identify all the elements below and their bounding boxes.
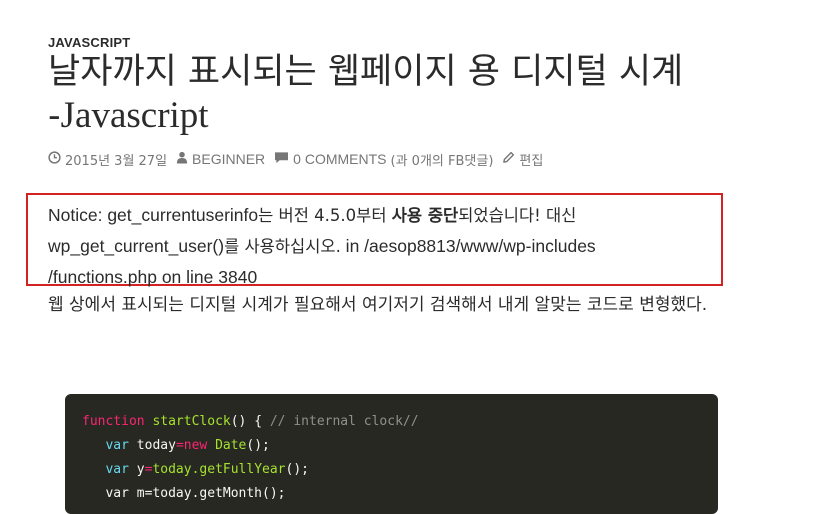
notice-version-text: 는 버전 4.5.0부터 [258,206,392,225]
post-title-dash: - [48,96,61,136]
code-plain: (); [285,462,309,477]
user-icon [176,151,188,167]
post-date-text: 2015년 3월 27일 [65,153,168,169]
post-meta: 2015년 3월 27일 BEGINNER 0 COMMENTS (과 0개의 … [48,149,552,169]
notice-deprecated-suffix: 되었습니다! 대신 [458,206,577,225]
code-plain: y [128,462,145,477]
code-var-keyword: var [105,438,129,453]
post-comments-count: 0 COMMENTS [293,151,387,167]
code-block: function startClock() { // internal cloc… [65,394,718,514]
notice-deprecated-label: 사용 중단 [391,206,459,225]
code-line-1: function startClock() { // internal cloc… [82,410,419,434]
code-var-keyword: var [105,462,129,477]
code-keyword: new [183,438,208,453]
code-line-4: var m=today.getMonth(); [82,482,286,506]
post-body-paragraph: 웹 상에서 표시되는 디지털 시계가 필요해서 여기저기 검색해서 내게 알맞는… [48,295,708,315]
post-fb-comments: (과 0개의 FB댓글) [390,153,494,169]
code-comment: // internal clock// [269,414,419,429]
notice-file-line: /functions.php on line 3840 [48,267,258,287]
notice-function-name: Notice: get_currentuserinfo [48,205,259,225]
post-author[interactable]: BEGINNER [176,151,265,167]
post-title: 날자까지 표시되는 웹페이지 용 디지털 시계 -Javascript [48,50,768,138]
code-plain: () { [230,414,270,429]
post-title-korean: 날자까지 표시되는 웹페이지 용 디지털 시계 [48,52,684,92]
notice-use-instead: 를 사용하십시오. [224,237,341,256]
notice-file-path: in /aesop8813/www/wp-includes [340,236,596,256]
code-function-name: Date [207,438,247,453]
post-edit-text: 편집 [519,153,544,169]
code-operator: = [175,438,184,453]
post-edit-link[interactable]: 편집 [502,150,543,169]
notice-replacement-function: wp_get_current_user() [48,236,225,256]
category-link[interactable]: JAVASCRIPT [48,35,130,50]
deprecation-notice: Notice: get_currentuserinfo는 버전 4.5.0부터 … [48,200,708,293]
comment-icon [274,151,289,167]
code-keyword: function [82,414,145,429]
pencil-icon [502,151,515,167]
post-author-text: BEGINNER [192,151,266,167]
code-function-name: today.getFullYear [152,462,286,477]
post-date[interactable]: 2015년 3월 27일 [48,150,167,169]
post-comments[interactable]: 0 COMMENTS (과 0개의 FB댓글) [274,150,493,169]
code-plain: (); [246,438,270,453]
code-line-2: var today=new Date(); [82,434,270,458]
code-plain: today [128,438,176,453]
post-title-latin: Javascript [60,95,209,136]
code-function-name: startClock [144,414,231,429]
code-line-3: var y=today.getFullYear(); [82,458,309,482]
clock-icon [48,151,61,167]
code-plain: var m=today.getMonth(); [82,486,286,501]
